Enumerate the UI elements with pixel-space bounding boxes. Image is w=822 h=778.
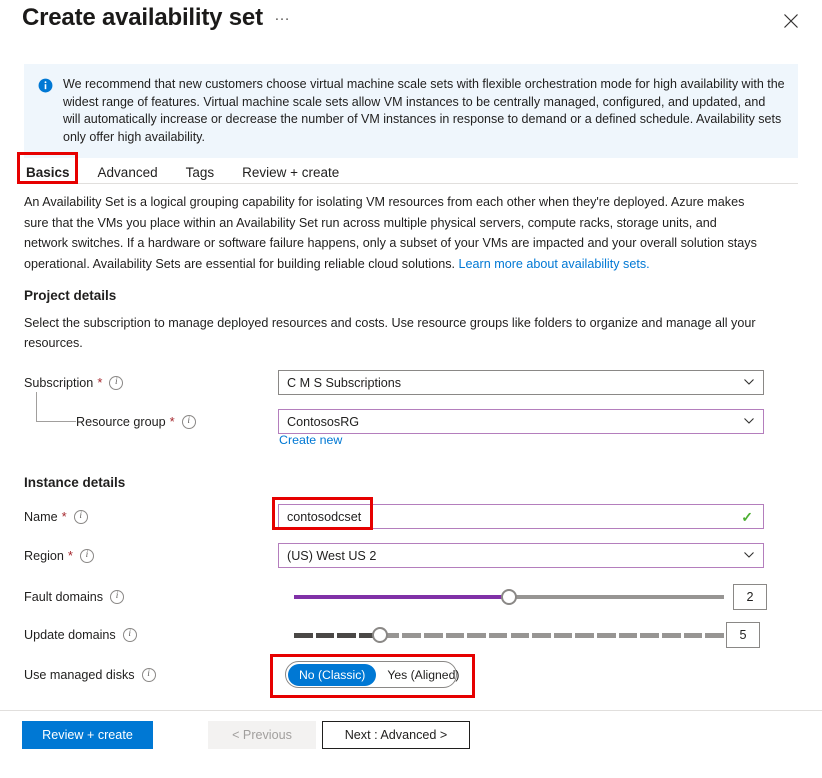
fault-domains-value-box[interactable]: 2	[733, 584, 767, 610]
subscription-required-asterisk: *	[97, 378, 102, 388]
chevron-down-icon	[743, 548, 755, 563]
use-managed-disks-choice-group: No (Classic) Yes (Aligned)	[285, 661, 457, 688]
name-required-asterisk: *	[62, 512, 67, 522]
use-managed-disks-label-text: Use managed disks	[24, 668, 135, 682]
region-required-asterisk: *	[68, 551, 73, 561]
project-details-subtext: Select the subscription to manage deploy…	[24, 313, 764, 353]
name-value: contosodcset	[287, 510, 361, 524]
update-domains-segment	[424, 633, 443, 638]
blade-tabs: Basics Advanced Tags Review + create	[24, 155, 353, 185]
create-availability-set-blade: Create availability set … We recommend t…	[0, 0, 822, 778]
resource-group-value: ContososRG	[287, 415, 359, 429]
update-domains-segment	[294, 633, 313, 638]
update-domains-slider[interactable]	[294, 623, 724, 647]
recommendation-info-banner: We recommend that new customers choose v…	[24, 64, 798, 158]
fault-domains-info-icon[interactable]: i	[110, 590, 124, 604]
update-domains-value-box[interactable]: 5	[726, 622, 760, 648]
resource-group-info-icon[interactable]: i	[182, 415, 196, 429]
instance-details-heading: Instance details	[24, 475, 125, 490]
update-domains-segment	[575, 633, 594, 638]
update-domains-label: Update domains i	[24, 620, 137, 650]
blade-title-bar: Create availability set …	[0, 0, 822, 46]
learn-more-link[interactable]: Learn more about availability sets.	[459, 257, 650, 271]
update-domains-segment	[532, 633, 551, 638]
update-domains-segment	[489, 633, 508, 638]
region-dropdown[interactable]: (US) West US 2	[278, 543, 764, 568]
update-domains-segment	[684, 633, 703, 638]
region-info-icon[interactable]: i	[80, 549, 94, 563]
use-managed-disks-label: Use managed disks i	[24, 660, 156, 690]
update-domains-row: Update domains i 5	[0, 620, 822, 650]
option-no-classic[interactable]: No (Classic)	[288, 664, 376, 686]
update-domains-label-text: Update domains	[24, 628, 116, 642]
fault-domains-slider[interactable]	[294, 585, 724, 609]
validation-check-icon: ✓	[741, 510, 753, 524]
update-domains-segment	[597, 633, 616, 638]
region-label-text: Region	[24, 549, 64, 563]
region-value: (US) West US 2	[287, 549, 376, 563]
fault-domains-row: Fault domains i 2	[0, 582, 822, 612]
name-label: Name * i	[24, 502, 88, 532]
use-managed-disks-info-icon[interactable]: i	[142, 668, 156, 682]
close-icon[interactable]	[778, 8, 804, 34]
availability-set-description: An Availability Set is a logical groupin…	[24, 192, 764, 274]
update-domains-segment	[446, 633, 465, 638]
tab-advanced[interactable]: Advanced	[84, 163, 172, 185]
subscription-dropdown[interactable]: C M S Subscriptions	[278, 370, 764, 395]
page-title: Create availability set	[22, 4, 263, 32]
fault-domains-slider-thumb[interactable]	[501, 589, 517, 605]
update-domains-segment	[316, 633, 335, 638]
tab-basics[interactable]: Basics	[24, 163, 84, 185]
resource-group-required-asterisk: *	[170, 417, 175, 427]
fault-domains-label-text: Fault domains	[24, 590, 103, 604]
tab-review-create[interactable]: Review + create	[228, 163, 353, 185]
update-domains-segment	[554, 633, 573, 638]
resource-group-dropdown[interactable]: ContososRG	[278, 409, 764, 434]
resource-group-row: Resource group * i ContososRG	[0, 407, 822, 437]
more-options-icon[interactable]: …	[274, 9, 291, 23]
update-domains-segment	[662, 633, 681, 638]
chevron-down-icon	[743, 375, 755, 390]
region-label: Region * i	[24, 541, 94, 571]
fault-domains-track-filled	[294, 595, 509, 599]
update-domains-segment	[467, 633, 486, 638]
update-domains-segment	[511, 633, 530, 638]
tab-tags[interactable]: Tags	[172, 163, 229, 185]
update-domains-info-icon[interactable]: i	[123, 628, 137, 642]
name-input[interactable]: contosodcset ✓	[278, 504, 764, 529]
fault-domains-value: 2	[746, 590, 753, 604]
update-domains-segment	[337, 633, 356, 638]
use-managed-disks-row: Use managed disks i No (Classic) Yes (Al…	[0, 660, 822, 690]
update-domains-segment	[705, 633, 724, 638]
create-new-resource-group-link[interactable]: Create new	[279, 433, 342, 447]
update-domains-segment	[402, 633, 421, 638]
update-domains-slider-thumb[interactable]	[372, 627, 388, 643]
option-yes-aligned[interactable]: Yes (Aligned)	[376, 664, 470, 686]
chevron-down-icon	[743, 414, 755, 429]
fault-domains-label: Fault domains i	[24, 582, 124, 612]
resource-group-label-text: Resource group	[76, 415, 166, 429]
name-label-text: Name	[24, 510, 58, 524]
info-circle-icon	[38, 78, 53, 98]
resource-group-label: Resource group * i	[76, 407, 196, 437]
next-advanced-button[interactable]: Next : Advanced >	[322, 721, 470, 749]
update-domains-segment	[619, 633, 638, 638]
review-create-button[interactable]: Review + create	[22, 721, 153, 749]
subscription-label-text: Subscription	[24, 376, 93, 390]
info-banner-text: We recommend that new customers choose v…	[63, 76, 786, 146]
footer-divider	[0, 710, 822, 711]
name-row: Name * i contosodcset ✓	[0, 502, 822, 532]
tabs-divider	[24, 183, 798, 184]
subscription-info-icon[interactable]: i	[109, 376, 123, 390]
subscription-value: C M S Subscriptions	[287, 376, 401, 390]
update-domains-segment	[640, 633, 659, 638]
update-domains-track	[294, 633, 724, 638]
name-info-icon[interactable]: i	[74, 510, 88, 524]
project-details-heading: Project details	[24, 288, 116, 303]
previous-button[interactable]: < Previous	[208, 721, 316, 749]
update-domains-value: 5	[739, 628, 746, 642]
region-row: Region * i (US) West US 2	[0, 541, 822, 571]
subscription-row: Subscription * i C M S Subscriptions	[0, 368, 822, 398]
fault-domains-track-rest	[509, 595, 724, 599]
